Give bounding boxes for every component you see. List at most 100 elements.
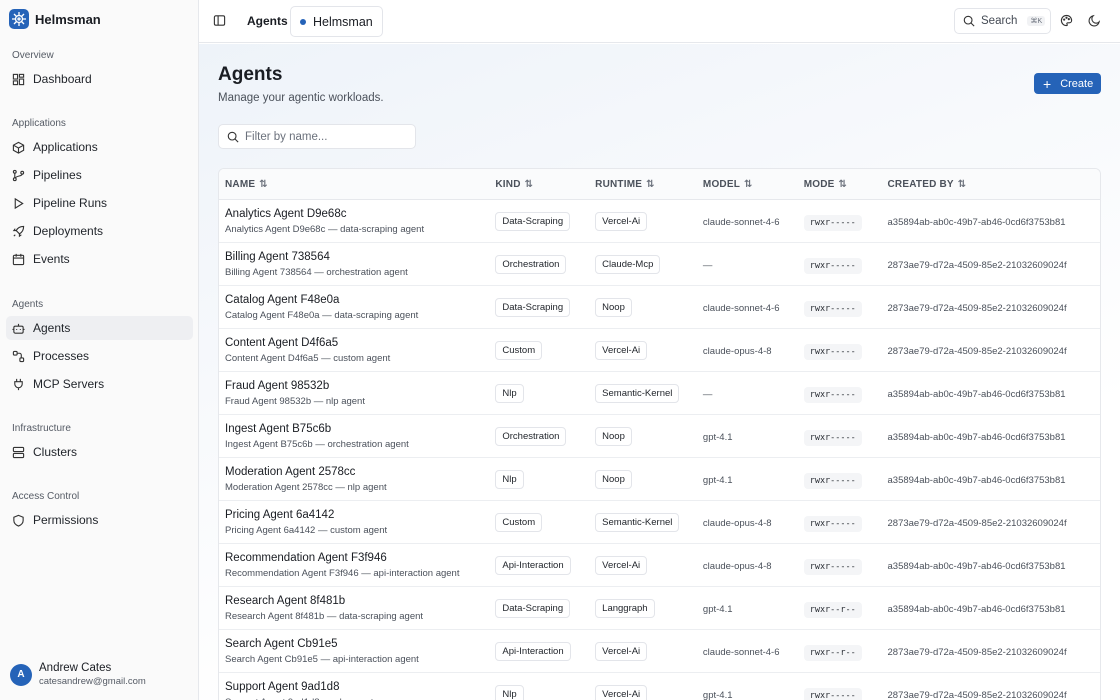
mode-badge: rwxr--r-- (803, 601, 862, 618)
cell-model: claude-sonnet-4-6 (698, 298, 799, 316)
sidebar-toggle-icon[interactable] (213, 14, 226, 27)
nav-heading: Access Control (12, 491, 80, 502)
cell-kind: Nlp (490, 469, 590, 489)
table-row[interactable]: Support Agent 9ad1d8 Support Agent 9ad1d… (219, 673, 1100, 700)
agent-name[interactable]: Research Agent 8f481b (225, 594, 490, 609)
cell-runtime: Claude-Mcp (590, 254, 698, 274)
breadcrumb[interactable]: Agents (247, 14, 288, 28)
column-header-name[interactable]: NAME ⇅ (219, 179, 490, 190)
cell-kind: Data-Scraping (490, 598, 590, 618)
sidebar-item-agents[interactable]: Agents (6, 316, 193, 340)
cell-name: Pricing Agent 6a4142 Pricing Agent 6a414… (219, 508, 490, 537)
sidebar-item-processes[interactable]: Processes (6, 344, 193, 368)
search-label: Search (981, 15, 1018, 27)
sidebar-item-applications[interactable]: Applications (6, 135, 193, 159)
agent-name[interactable]: Catalog Agent F48e0a (225, 293, 490, 308)
cell-name: Moderation Agent 2578cc Moderation Agent… (219, 465, 490, 494)
user-name: Andrew Cates (39, 662, 112, 674)
table-row[interactable]: Analytics Agent D9e68c Analytics Agent D… (219, 200, 1100, 243)
agent-name[interactable]: Search Agent Cb91e5 (225, 637, 490, 652)
cell-kind: Api-Interaction (490, 555, 590, 575)
table-row[interactable]: Research Agent 8f481b Research Agent 8f4… (219, 587, 1100, 630)
context-selector[interactable]: Helmsman (290, 6, 383, 37)
created-by-value: 2873ae79-d72a-4509-85e2-21032609024f (887, 647, 1067, 658)
table-row[interactable]: Search Agent Cb91e5 Search Agent Cb91e5 … (219, 630, 1100, 673)
table-row[interactable]: Content Agent D4f6a5 Content Agent D4f6a… (219, 329, 1100, 372)
cell-kind: Orchestration (490, 426, 590, 446)
sidebar-item-events[interactable]: Events (6, 247, 193, 271)
runtime-badge: Noop (595, 298, 632, 317)
sidebar-item-label: MCP Servers (33, 377, 105, 391)
page-title: Agents (218, 64, 283, 85)
cell-runtime: Vercel-Ai (590, 555, 698, 575)
sidebar-item-clusters[interactable]: Clusters (6, 440, 193, 464)
agent-description: Content Agent D4f6a5 — custom agent (225, 352, 391, 364)
cell-name: Research Agent 8f481b Research Agent 8f4… (219, 594, 490, 623)
created-by-value: 2873ae79-d72a-4509-85e2-21032609024f (887, 303, 1067, 314)
column-header-kind[interactable]: KIND ⇅ (490, 179, 590, 190)
sidebar-item-permissions[interactable]: Permissions (6, 508, 193, 532)
cell-mode: rwxr----- (799, 341, 882, 360)
agent-name[interactable]: Analytics Agent D9e68c (225, 207, 490, 222)
table-row[interactable]: Pricing Agent 6a4142 Pricing Agent 6a414… (219, 501, 1100, 544)
sidebar-item-mcp-servers[interactable]: MCP Servers (6, 372, 193, 396)
cell-mode: rwxr----- (799, 255, 882, 274)
filter-field[interactable] (218, 124, 416, 149)
sidebar-item-label: Events (33, 252, 70, 266)
sidebar-item-label: Permissions (33, 513, 99, 527)
runtime-badge: Noop (595, 427, 632, 446)
sidebar-item-dashboard[interactable]: Dashboard (6, 67, 193, 91)
runtime-badge: Vercel-Ai (595, 556, 648, 575)
kind-badge: Data-Scraping (495, 298, 571, 317)
created-by-value: 2873ae79-d72a-4509-85e2-21032609024f (887, 260, 1067, 271)
cell-name: Analytics Agent D9e68c Analytics Agent D… (219, 207, 490, 236)
column-header-created-by[interactable]: CREATED BY ⇅ (882, 179, 1100, 190)
kind-badge: Custom (495, 513, 543, 532)
kind-badge: Orchestration (495, 427, 567, 446)
cell-mode: rwxr----- (799, 685, 882, 700)
filter-input[interactable] (245, 130, 405, 143)
cell-created-by: a35894ab-ab0c-49b7-ab46-0cd6f3753b81 (882, 599, 1100, 617)
runtime-badge: Vercel-Ai (595, 642, 648, 661)
column-header-mode[interactable]: MODE ⇅ (799, 179, 882, 190)
table-row[interactable]: Billing Agent 738564 Billing Agent 73856… (219, 243, 1100, 286)
moon-icon[interactable] (1088, 14, 1101, 27)
cell-runtime: Noop (590, 297, 698, 317)
search-button[interactable]: Search ⌘K (954, 8, 1051, 34)
palette-icon[interactable] (1060, 14, 1073, 27)
runtime-badge: Semantic-Kernel (595, 513, 680, 532)
agent-name[interactable]: Pricing Agent 6a4142 (225, 508, 490, 523)
avatar: A (10, 663, 32, 686)
table-row[interactable]: Moderation Agent 2578cc Moderation Agent… (219, 458, 1100, 501)
agent-name[interactable]: Moderation Agent 2578cc (225, 465, 490, 480)
table-row[interactable]: Fraud Agent 98532b Fraud Agent 98532b — … (219, 372, 1100, 415)
created-by-value: 2873ae79-d72a-4509-85e2-21032609024f (887, 518, 1067, 529)
agent-name[interactable]: Billing Agent 738564 (225, 250, 490, 265)
agent-name[interactable]: Content Agent D4f6a5 (225, 336, 490, 351)
sidebar-item-pipelines[interactable]: Pipelines (6, 163, 193, 187)
agent-name[interactable]: Support Agent 9ad1d8 (225, 680, 490, 695)
agent-name[interactable]: Ingest Agent B75c6b (225, 422, 490, 437)
sidebar-item-deployments[interactable]: Deployments (6, 219, 193, 243)
agent-name[interactable]: Fraud Agent 98532b (225, 379, 490, 394)
sidebar-item-label: Applications (33, 140, 98, 154)
column-header-model[interactable]: MODEL ⇅ (698, 179, 799, 190)
sidebar: Helmsman Overview Dashboard Applications… (0, 0, 199, 700)
cell-kind: Nlp (490, 684, 590, 700)
mode-badge: rwxr----- (803, 214, 862, 231)
cell-model: — (698, 255, 799, 273)
table-row[interactable]: Ingest Agent B75c6b Ingest Agent B75c6b … (219, 415, 1100, 458)
table-row[interactable]: Catalog Agent F48e0a Catalog Agent F48e0… (219, 286, 1100, 329)
sidebar-item-pipeline-runs[interactable]: Pipeline Runs (6, 191, 193, 215)
table-row[interactable]: Recommendation Agent F3f946 Recommendati… (219, 544, 1100, 587)
agent-name[interactable]: Recommendation Agent F3f946 (225, 551, 490, 566)
cell-name: Search Agent Cb91e5 Search Agent Cb91e5 … (219, 637, 490, 666)
user-profile[interactable]: A Andrew Cates catesandrew@gmail.com (10, 661, 146, 688)
search-icon (227, 131, 239, 143)
brand[interactable]: Helmsman (0, 0, 198, 38)
column-header-runtime[interactable]: RUNTIME ⇅ (590, 179, 698, 190)
sidebar-item-label: Dashboard (33, 72, 92, 86)
table-body: Analytics Agent D9e68c Analytics Agent D… (219, 200, 1100, 700)
create-button[interactable]: + Create (1034, 73, 1101, 94)
cell-kind: Custom (490, 512, 590, 532)
